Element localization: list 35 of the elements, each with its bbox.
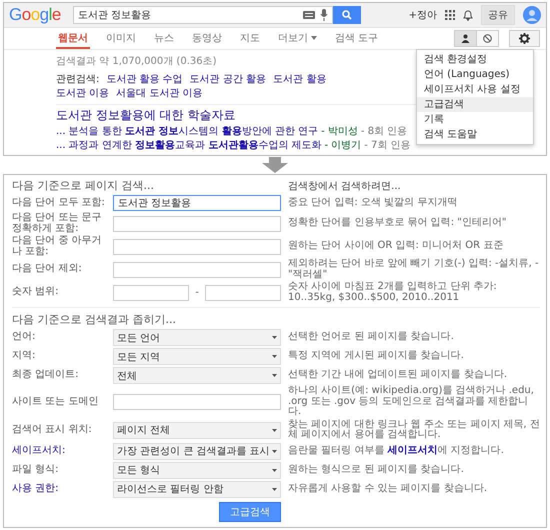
field-label: 지역:	[12, 351, 36, 362]
hint-text: 제외하려는 단어 바로 앞에 빼기 기호(-) 입력: -설치류, -"잭러셀"	[288, 259, 540, 280]
section-heading: 다음 기준으로 검색결과 좁히기...	[12, 312, 177, 327]
hint-heading: 검색창에서 검색하려면...	[288, 180, 402, 192]
hint-text: 음란물 필터링 여부를	[288, 444, 384, 456]
range-separator: -	[195, 287, 199, 298]
hint-text: 원하는 형식으로 된 페이지를 찾습니다.	[288, 464, 465, 476]
field-label: 다음 단어 모두 포함:	[12, 198, 106, 208]
author-name: - 박미성	[321, 125, 358, 138]
hint-text: 선택한 언어로 된 페이지를 찾습니다.	[288, 332, 455, 343]
hint-text: 정확한 단어를 인용부호로 묶어 입력: "인테리어"	[288, 218, 508, 229]
field-label: 검색어 표시 위치:	[12, 424, 93, 436]
hint-text: 찾는 페이지에 대한 링크나 웹 주소 또는 페이지 제목, 전체 페이지에서 용어를 검색합니다.	[288, 420, 540, 440]
hint-text: 하나의 사이트(예: wikipedia.org)를 검색하거나 .edu, .org 또는 .gov 등의 도메인으로 검색결과를 제한합니다.	[288, 386, 535, 418]
hint-text: 에 지정합니다.	[438, 444, 504, 456]
section-heading: 다음 기준으로 페이지 검색...	[12, 178, 155, 193]
field-label: 숫자 범위:	[12, 287, 60, 298]
field-label: 다음 단어 중 아무거나 포함:	[12, 236, 103, 257]
result-count: 검색결과 약 1,070,000개 (0.36초)	[56, 55, 218, 68]
hint-text: 선택한 기간 내에 업데이트된 페이지를 찾습니다.	[288, 370, 508, 381]
hint-text: 자유롭게 사용할 수 있는 페이지를 찾습니다.	[288, 484, 488, 494]
field-label: 다음 단어 또는 문구 정확하게 포함:	[12, 213, 103, 234]
field-label: 사이트 또는 도메인	[12, 396, 100, 407]
field-label: 파일 형식:	[12, 464, 60, 476]
citation-count: - 8회 인용	[360, 125, 408, 138]
related-label: 관련검색:	[56, 73, 100, 86]
field-label: 최종 업데이트:	[12, 370, 80, 381]
citation-count: - 7회 인용	[364, 139, 411, 152]
hint-text: 원하는 단어 사이에 OR 입력: 미니어처 OR 표준	[288, 241, 504, 252]
hint-text: 중요 단어 입력: 오색 빛깔의 무지개떡	[288, 198, 458, 208]
field-label: 다음 단어 제외:	[12, 264, 83, 275]
hint-text: 숫자 사이에 마침표 2개를 입력하고 단위 추가: 10..35kg, $300..$500, 2010..2011	[288, 282, 498, 303]
author-name: - 이병기	[324, 139, 362, 152]
field-label: 언어:	[12, 332, 36, 343]
hint-text: 특정 지역에 게시된 페이지를 찾습니다.	[288, 351, 465, 362]
